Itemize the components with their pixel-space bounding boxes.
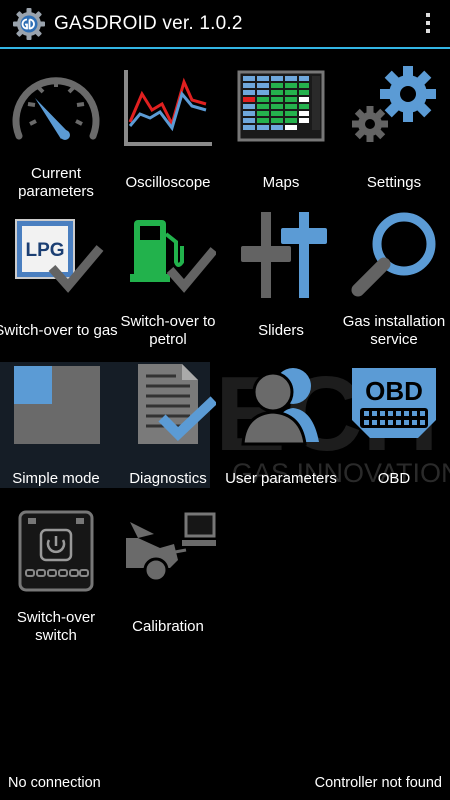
obd-badge: OBD [365, 376, 423, 406]
gear-gd-logo-icon[interactable] [12, 7, 46, 41]
app-title: GASDROID ver. 1.0.2 [54, 12, 243, 34]
menu-grid: Current parameters Oscilloscope Maps Set… [0, 58, 450, 650]
tile-label: Calibration [132, 618, 204, 635]
tile-label: Switch-over switch [16, 609, 96, 644]
magnifier-icon [351, 212, 436, 297]
action-bar: GASDROID ver. 1.0.2 [0, 0, 450, 49]
sliders-icon [241, 212, 327, 298]
tile-label: Switch-over to petrol [120, 313, 216, 348]
menu-row: Simple mode Diagnostics User parameters … [0, 354, 450, 502]
tile-maps[interactable]: Maps [225, 58, 337, 206]
tile-settings[interactable]: Settings [338, 58, 450, 206]
tile-sliders[interactable]: Sliders [225, 206, 337, 354]
overflow-menu-icon[interactable] [424, 13, 432, 35]
tile-label: Gas installation service [342, 313, 446, 348]
tile-user-parameters[interactable]: User parameters [225, 354, 337, 502]
connection-status: No connection [8, 775, 101, 791]
fuel-pump-check-icon [130, 220, 216, 293]
users-icon [241, 368, 319, 446]
tile-label: Current parameters [18, 165, 94, 200]
obd-connector-icon: OBD [352, 368, 436, 438]
tile-switch-over-switch[interactable]: Switch-over switch [0, 502, 112, 650]
tile-label: Maps [262, 174, 300, 191]
switch-panel-icon [18, 510, 94, 592]
gears-icon [352, 66, 436, 142]
tile-simple-mode[interactable]: Simple mode [0, 354, 112, 502]
oscilloscope-icon [124, 70, 212, 146]
calibration-car-icon [126, 512, 216, 583]
tile-current-parameters[interactable]: Current parameters [0, 58, 112, 206]
tile-label: Diagnostics [129, 470, 207, 487]
map-grid-icon [237, 70, 325, 142]
controller-status: Controller not found [314, 775, 442, 791]
tile-oscilloscope[interactable]: Oscilloscope [112, 58, 224, 206]
tile-switch-over-to-gas[interactable]: LPG Switch-over to gas [0, 206, 118, 354]
tile-label: Settings [366, 174, 422, 191]
diagnostics-icon [138, 364, 216, 444]
tile-label: Oscilloscope [125, 174, 211, 191]
tile-label: OBD [377, 470, 411, 487]
tile-label: Simple mode [12, 470, 100, 487]
tile-switch-over-to-petrol[interactable]: Switch-over to petrol [112, 206, 224, 354]
tile-gas-installation-service[interactable]: Gas installation service [338, 206, 450, 354]
tile-label: Sliders [258, 322, 304, 339]
tile-label: Switch-over to gas [0, 322, 118, 339]
tile-obd[interactable]: OBD OBD [338, 354, 450, 502]
lpg-badge: LPG [25, 240, 64, 261]
tile-label: User parameters [225, 470, 337, 487]
tile-calibration[interactable]: Calibration [112, 502, 224, 650]
menu-row: LPG Switch-over to gas Switch-over to pe… [0, 206, 450, 354]
simple-mode-icon [14, 366, 100, 444]
menu-row: Current parameters Oscilloscope Maps Set… [0, 58, 450, 206]
menu-row: Switch-over switch Calibration [0, 502, 450, 650]
lpg-check-icon: LPG [15, 219, 104, 293]
speedometer-icon [12, 77, 100, 140]
tile-diagnostics[interactable]: Diagnostics [112, 354, 224, 502]
